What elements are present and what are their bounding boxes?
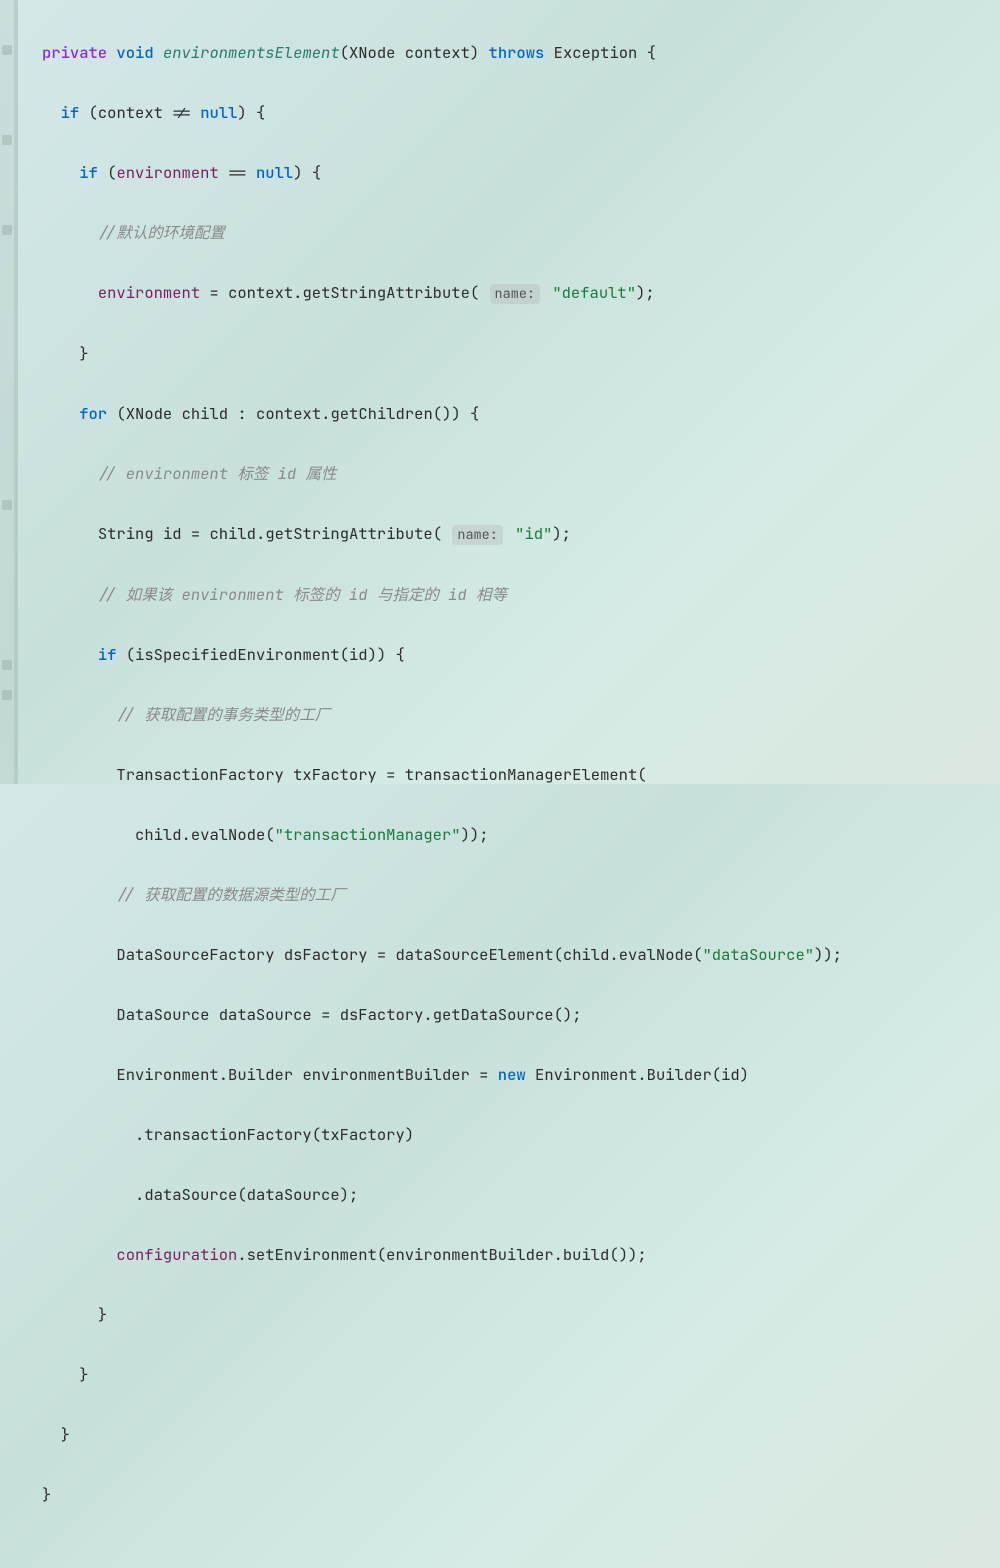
- keyword-null: null: [200, 102, 237, 123]
- code-line: configuration.setEnvironment(environment…: [42, 1240, 842, 1270]
- code-line: for (XNode child : context.getChildren()…: [42, 399, 842, 429]
- string-id: "id": [515, 523, 552, 544]
- code-line: if (isSpecifiedEnvironment(id)) {: [42, 640, 842, 670]
- code-line: //默认的环境配置: [42, 218, 842, 248]
- keyword-if: if: [61, 102, 80, 123]
- keyword-for: for: [79, 403, 107, 424]
- code-editor[interactable]: private void environmentsElement(XNode c…: [0, 0, 1000, 784]
- gutter-fold-marker[interactable]: [2, 135, 12, 145]
- code-line: DataSource dataSource = dsFactory.getDat…: [42, 1000, 842, 1030]
- field-configuration: configuration: [116, 1244, 237, 1265]
- code-line: // 获取配置的事务类型的工厂: [42, 700, 842, 730]
- gutter-fold-marker[interactable]: [2, 500, 12, 510]
- code-line: .transactionFactory(txFactory): [42, 1120, 842, 1150]
- code-line: }: [42, 339, 842, 369]
- string-transactionManager: "transactionManager": [275, 824, 461, 845]
- comment: //默认的环境配置: [98, 222, 225, 243]
- string-default: "default": [552, 282, 636, 303]
- code-line: Environment.Builder environmentBuilder =…: [42, 1060, 842, 1090]
- code-line: DataSourceFactory dsFactory = dataSource…: [42, 940, 842, 970]
- code-line: if (context != null) {: [42, 98, 842, 128]
- string-dataSource: "dataSource": [702, 944, 814, 965]
- gutter: [0, 0, 18, 784]
- comment: // environment 标签 id 属性: [98, 463, 337, 484]
- code-line: }: [42, 1480, 842, 1510]
- keyword-void: void: [116, 42, 153, 63]
- code-line: }: [42, 1300, 842, 1330]
- param-hint-name: name:: [452, 525, 503, 545]
- code-line: .dataSource(dataSource);: [42, 1180, 842, 1210]
- gutter-fold-marker[interactable]: [2, 690, 12, 700]
- code-line: child.evalNode("transactionManager"));: [42, 820, 842, 850]
- comment: // 获取配置的事务类型的工厂: [116, 704, 330, 725]
- keyword-if: if: [79, 162, 98, 183]
- param-hint-name: name:: [490, 284, 541, 304]
- code-line: String id = child.getStringAttribute( na…: [42, 519, 842, 550]
- code-line: if (environment == null) {: [42, 158, 842, 188]
- code-line: private void environmentsElement(XNode c…: [42, 38, 842, 68]
- field-environment: environment: [116, 162, 218, 183]
- code-line: }: [42, 1420, 842, 1450]
- code-line: environment = context.getStringAttribute…: [42, 278, 842, 309]
- code-line: // environment 标签 id 属性: [42, 459, 842, 489]
- code-line: TransactionFactory txFactory = transacti…: [42, 760, 842, 790]
- gutter-fold-marker[interactable]: [2, 660, 12, 670]
- keyword-new: new: [498, 1064, 526, 1085]
- code-line: }: [42, 1360, 842, 1390]
- code-line: // 如果该 environment 标签的 id 与指定的 id 相等: [42, 580, 842, 610]
- comment: // 如果该 environment 标签的 id 与指定的 id 相等: [98, 584, 507, 605]
- method-name: environmentsElement: [163, 42, 340, 63]
- keyword-throws: throws: [489, 42, 545, 63]
- gutter-fold-marker[interactable]: [2, 225, 12, 235]
- code-line: // 获取配置的数据源类型的工厂: [42, 880, 842, 910]
- fold-indent-line: [14, 0, 18, 784]
- comment: // 获取配置的数据源类型的工厂: [116, 884, 345, 905]
- keyword-private: private: [42, 42, 107, 63]
- code-area[interactable]: private void environmentsElement(XNode c…: [18, 0, 842, 784]
- gutter-fold-marker[interactable]: [2, 45, 12, 55]
